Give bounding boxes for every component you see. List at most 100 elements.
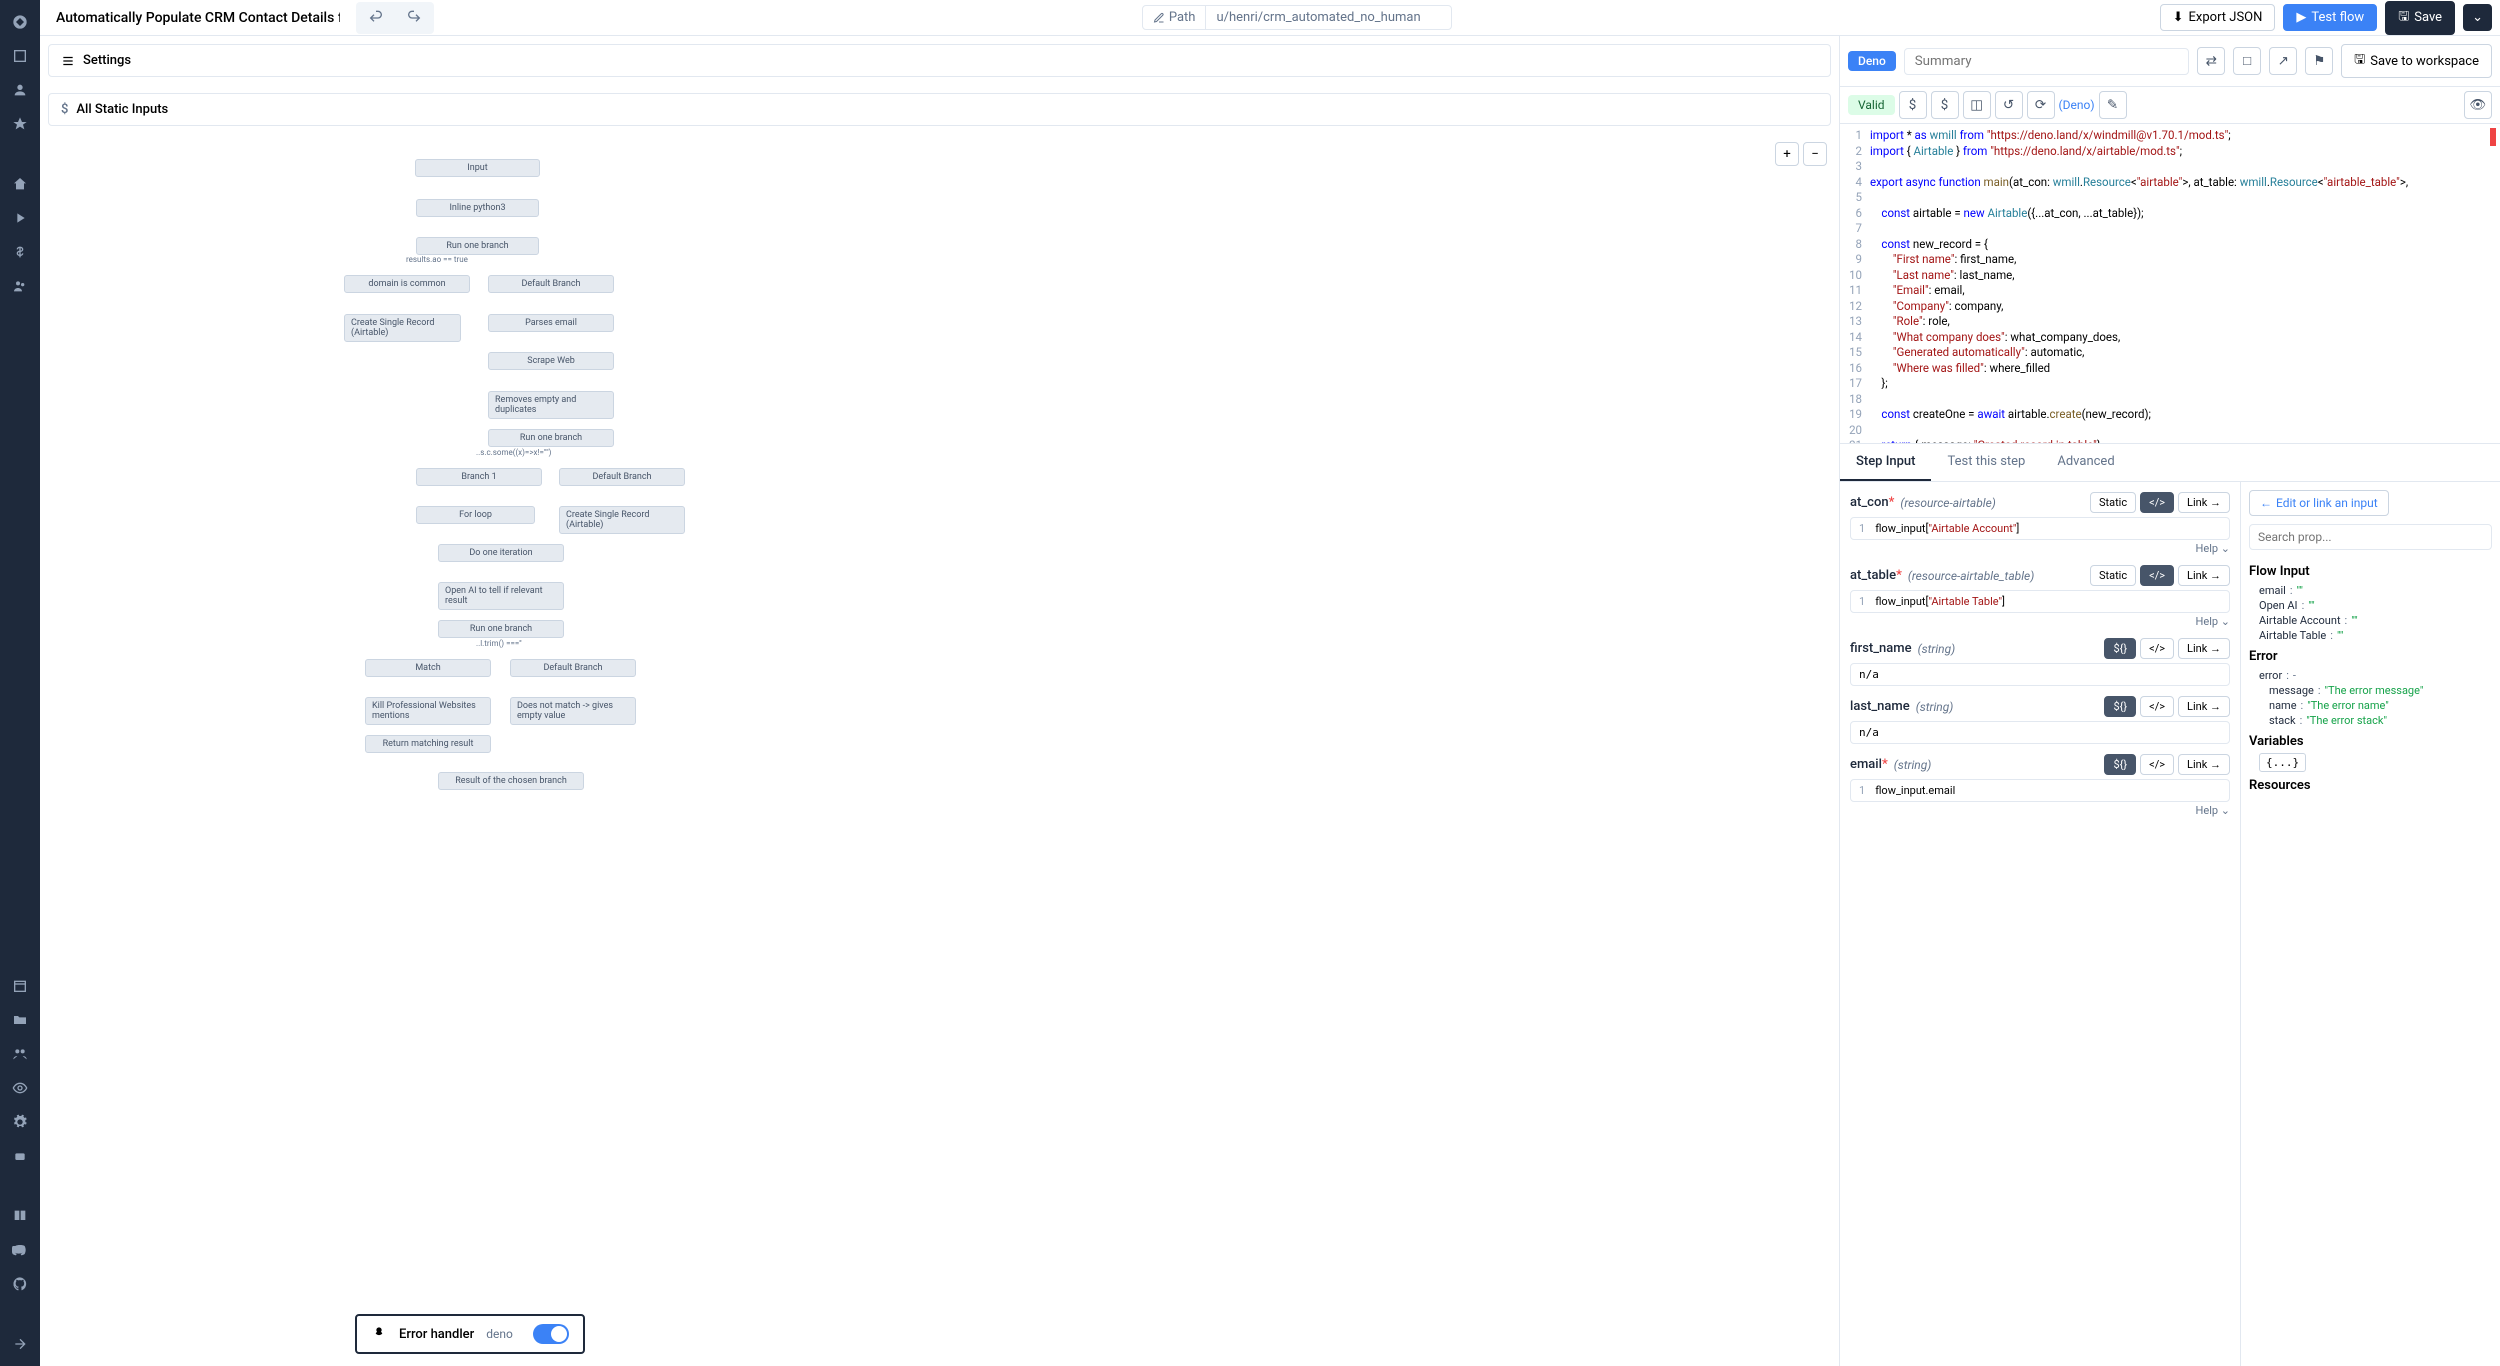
- redo-button[interactable]: [396, 4, 432, 32]
- dollar2-icon[interactable]: $: [1931, 91, 1959, 119]
- search-prop-input[interactable]: [2249, 524, 2492, 550]
- swap-icon[interactable]: ⇄: [2197, 47, 2225, 75]
- link-chip[interactable]: Link →: [2178, 492, 2230, 513]
- node-does-not-match[interactable]: Does not match -> gives empty value: [510, 697, 636, 725]
- expand-icon[interactable]: [6, 1330, 34, 1358]
- error-handler-toggle[interactable]: [533, 1324, 569, 1344]
- node-default-branch-3[interactable]: Default Branch: [510, 659, 636, 677]
- prop-kv[interactable]: Airtable Table : "": [2249, 628, 2492, 643]
- save-dropdown-button[interactable]: ⌄: [2463, 4, 2492, 31]
- help-link[interactable]: Help ⌄: [1850, 804, 2230, 817]
- home-icon[interactable]: [6, 170, 34, 198]
- play-icon[interactable]: [6, 204, 34, 232]
- node-create-record-1[interactable]: Create Single Record (Airtable): [344, 314, 461, 342]
- save-workspace-button[interactable]: 🖫 Save to workspace: [2341, 44, 2492, 78]
- star-icon[interactable]: [6, 110, 34, 138]
- node-default-branch-2[interactable]: Default Branch: [559, 468, 685, 486]
- node-branch1[interactable]: Branch 1: [416, 468, 542, 486]
- prop-kv[interactable]: error : -: [2249, 668, 2492, 683]
- robot-icon[interactable]: [6, 1142, 34, 1170]
- link-chip[interactable]: Link →: [2178, 565, 2230, 586]
- prop-kv[interactable]: stack : "The error stack": [2249, 713, 2492, 728]
- template-chip[interactable]: ${}: [2104, 696, 2136, 717]
- tab-step-input[interactable]: Step Input: [1840, 444, 1931, 481]
- summary-input[interactable]: [1904, 48, 2189, 75]
- help-link[interactable]: Help ⌄: [1850, 542, 2230, 555]
- node-run-branch-1[interactable]: Run one branch: [416, 237, 539, 255]
- calendar-icon[interactable]: [6, 972, 34, 1000]
- node-do-iteration[interactable]: Do one iteration: [438, 544, 564, 562]
- node-inline-python[interactable]: Inline python3: [416, 199, 539, 217]
- reload-icon[interactable]: ⟳: [2027, 91, 2055, 119]
- book-icon[interactable]: [6, 1202, 34, 1230]
- template-chip[interactable]: ${}: [2104, 754, 2136, 775]
- eye-icon[interactable]: [6, 1074, 34, 1102]
- logo-icon[interactable]: [6, 8, 34, 36]
- code-chip[interactable]: </>: [2140, 565, 2174, 586]
- code-chip[interactable]: </>: [2140, 638, 2174, 659]
- edit-link-input-button[interactable]: ← Edit or link an input: [2249, 490, 2389, 516]
- node-removes-empty[interactable]: Removes empty and duplicates: [488, 391, 614, 419]
- prop-kv[interactable]: name : "The error name": [2249, 698, 2492, 713]
- link-chip[interactable]: Link →: [2178, 696, 2230, 717]
- node-parses-email[interactable]: Parses email: [488, 314, 614, 332]
- code-chip[interactable]: </>: [2140, 492, 2174, 513]
- user-icon[interactable]: [6, 76, 34, 104]
- input-value[interactable]: 1flow_input["Airtable Table"]: [1850, 590, 2230, 613]
- prop-kv[interactable]: email : "": [2249, 583, 2492, 598]
- code-editor[interactable]: 1import * as wmill from "https://deno.la…: [1840, 124, 2500, 444]
- node-run-branch-2[interactable]: Run one branch: [488, 429, 614, 447]
- node-result-chosen[interactable]: Result of the chosen branch: [438, 772, 584, 790]
- code-chip[interactable]: </>: [2140, 754, 2174, 775]
- static-chip[interactable]: Static: [2090, 565, 2136, 586]
- node-return-matching[interactable]: Return matching result: [365, 735, 491, 753]
- flow-title-input[interactable]: [48, 6, 348, 30]
- node-match[interactable]: Match: [365, 659, 491, 677]
- flag-icon[interactable]: ⚑: [2305, 47, 2333, 75]
- export-json-button[interactable]: ⬇ Export JSON: [2160, 4, 2276, 31]
- save-button[interactable]: 🖫 Save: [2385, 1, 2455, 35]
- node-scrape-web[interactable]: Scrape Web: [488, 352, 614, 370]
- flow-canvas[interactable]: Input Inline python3 Run one branch resu…: [40, 134, 1839, 1366]
- path-box[interactable]: Path u/henri/crm_automated_no_human: [1142, 5, 1452, 30]
- variables-expand-button[interactable]: {...}: [2259, 753, 2306, 772]
- link-chip[interactable]: Link →: [2178, 638, 2230, 659]
- phone-icon[interactable]: ↗: [2269, 47, 2297, 75]
- prop-kv[interactable]: Open AI : "": [2249, 598, 2492, 613]
- dashboard-icon[interactable]: [6, 42, 34, 70]
- discord-icon[interactable]: [6, 1236, 34, 1264]
- input-value[interactable]: n/a: [1850, 721, 2230, 744]
- stop-icon[interactable]: □: [2233, 47, 2261, 75]
- node-run-branch-3[interactable]: Run one branch: [438, 620, 564, 638]
- dollar1-icon[interactable]: $: [1899, 91, 1927, 119]
- static-chip[interactable]: Static: [2090, 492, 2136, 513]
- folder-icon[interactable]: [6, 1006, 34, 1034]
- test-flow-button[interactable]: ▶ Test flow: [2283, 4, 2377, 31]
- users-icon[interactable]: [6, 272, 34, 300]
- code-chip[interactable]: </>: [2140, 696, 2174, 717]
- node-create-record-2[interactable]: Create Single Record (Airtable): [559, 506, 685, 534]
- github-icon[interactable]: [6, 1270, 34, 1298]
- node-for-loop[interactable]: For loop: [416, 506, 535, 524]
- visibility-icon[interactable]: 👁: [2464, 91, 2492, 119]
- tab-advanced[interactable]: Advanced: [2041, 444, 2130, 481]
- node-domain-common[interactable]: domain is common: [344, 275, 470, 293]
- link-chip[interactable]: Link →: [2178, 754, 2230, 775]
- undo-button[interactable]: [358, 4, 394, 32]
- template-chip[interactable]: ${}: [2104, 638, 2136, 659]
- brush-icon[interactable]: ✎: [2099, 91, 2127, 119]
- prop-kv[interactable]: message : "The error message": [2249, 683, 2492, 698]
- node-input[interactable]: Input: [415, 159, 540, 177]
- tab-test-step[interactable]: Test this step: [1931, 444, 2041, 481]
- input-value[interactable]: 1flow_input.email: [1850, 779, 2230, 802]
- input-value[interactable]: n/a: [1850, 663, 2230, 686]
- node-openai[interactable]: Open AI to tell if relevant result: [438, 582, 564, 610]
- gear-icon[interactable]: [6, 1108, 34, 1136]
- help-link[interactable]: Help ⌄: [1850, 615, 2230, 628]
- settings-header[interactable]: Settings: [48, 44, 1831, 77]
- team-icon[interactable]: [6, 1040, 34, 1068]
- input-value[interactable]: 1flow_input["Airtable Account"]: [1850, 517, 2230, 540]
- static-inputs-header[interactable]: $ All Static Inputs: [48, 93, 1831, 126]
- dollar-icon[interactable]: [6, 238, 34, 266]
- revert-icon[interactable]: ↺: [1995, 91, 2023, 119]
